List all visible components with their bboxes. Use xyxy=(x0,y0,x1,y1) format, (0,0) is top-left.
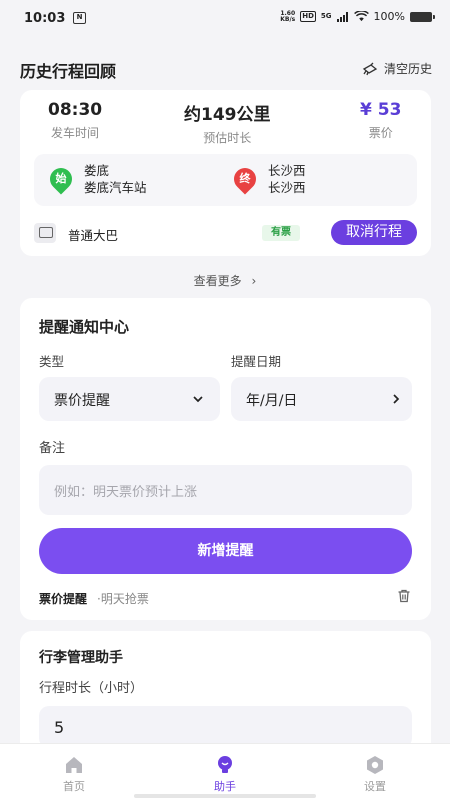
luggage-title: 行李管理助手 xyxy=(39,650,123,666)
luggage-duration-label: 行程时长（小时） xyxy=(39,681,144,696)
date-picker[interactable]: 年/月/日 xyxy=(231,377,412,421)
bulb-icon xyxy=(218,756,232,773)
tab-home-label: 首页 xyxy=(63,780,85,793)
reminder-card: 提醒通知中心 类型 提醒日期 票价提醒 年/月/日 备注 例如：明天票价预计上涨… xyxy=(20,298,431,620)
chevron-down-icon xyxy=(193,396,203,403)
start-station-name: 娄底汽车站 xyxy=(84,180,147,195)
start-city: 娄底 xyxy=(84,163,110,178)
trash-icon[interactable] xyxy=(397,589,411,603)
trip-price: ¥ 53 xyxy=(360,100,402,120)
station-panel: 始 娄底 娄底汽车站 终 长沙西 长沙西 xyxy=(34,154,417,206)
depart-block: 08:30 发车时间 xyxy=(48,100,102,141)
duration-label: 预估时长 xyxy=(203,131,252,145)
end-pin-icon: 终 xyxy=(229,163,261,195)
reminder-title: 提醒通知中心 xyxy=(39,318,130,336)
reminder-list-item: 票价提醒 ·明天抢票 xyxy=(39,590,149,607)
settings-icon xyxy=(367,756,383,774)
battery-percent: 100% xyxy=(373,10,405,23)
clear-history-label: 清空历史 xyxy=(383,62,432,76)
status-time: 10:03 xyxy=(24,11,66,26)
bus-type: 普通大巴 xyxy=(68,228,119,243)
reminder-item-type: 票价提醒 xyxy=(39,592,88,606)
history-title: 历史行程回顾 xyxy=(20,62,117,81)
tab-assistant-label: 助手 xyxy=(214,780,236,793)
wifi-icon xyxy=(353,11,369,22)
see-more-label: 查看更多 xyxy=(193,274,242,288)
start-pin-icon: 始 xyxy=(45,163,77,195)
depart-time: 08:30 xyxy=(48,100,103,120)
bottom-tab-bar: 首页 助手 设置 xyxy=(0,743,450,800)
trip-duration: 约149公里 xyxy=(184,105,271,125)
start-station: 娄底 娄底汽车站 xyxy=(84,162,147,196)
net-speed: 1.60 KB/s xyxy=(280,9,296,23)
chevron-right-icon: › xyxy=(251,274,257,288)
hd-icon: HD xyxy=(300,11,316,22)
home-indicator[interactable] xyxy=(134,794,316,798)
cancel-trip-button[interactable]: 取消行程 xyxy=(331,220,417,245)
status-indicators: 1.60 KB/s HD 5G 100% xyxy=(280,9,435,23)
reminder-item-note: ·明天抢票 xyxy=(97,592,149,606)
chevron-right-icon xyxy=(393,394,400,404)
signal-icon xyxy=(336,11,348,22)
ticket-status-badge: 有票 xyxy=(262,225,300,241)
note-label: 备注 xyxy=(39,441,66,456)
date-label: 提醒日期 xyxy=(231,354,282,369)
luggage-duration-value: 5 xyxy=(54,718,65,737)
signal-5g-icon: 5G xyxy=(320,12,332,20)
history-header: 历史行程回顾 清空历史 xyxy=(20,58,432,81)
notification-icon: N xyxy=(73,12,86,24)
luggage-duration-input[interactable]: 5 xyxy=(39,706,412,748)
price-label: 票价 xyxy=(368,126,393,140)
see-more-link[interactable]: 查看更多 › xyxy=(0,272,450,289)
price-block: ¥ 53 票价 xyxy=(360,100,401,141)
type-label: 类型 xyxy=(39,354,65,369)
tab-settings[interactable]: 设置 xyxy=(335,754,415,794)
home-icon xyxy=(66,757,82,773)
duration-block: 约149公里 预估时长 xyxy=(184,100,271,146)
end-station-name: 长沙西 xyxy=(268,180,306,195)
bus-icon xyxy=(34,223,56,243)
bus-row: 普通大巴 有票 取消行程 xyxy=(34,220,417,246)
clear-history-button[interactable]: 清空历史 xyxy=(362,60,432,77)
battery-icon xyxy=(410,11,435,22)
type-value: 票价提醒 xyxy=(54,393,110,409)
type-select[interactable]: 票价提醒 xyxy=(39,377,220,421)
status-bar: 10:03 N 1.60 KB/s HD 5G 100% xyxy=(0,0,450,38)
trip-card[interactable]: 08:30 发车时间 约149公里 预估时长 ¥ 53 票价 始 娄底 娄底汽车… xyxy=(20,90,431,256)
add-reminder-button[interactable]: 新增提醒 xyxy=(39,528,412,574)
end-city: 长沙西 xyxy=(268,163,306,178)
note-input[interactable]: 例如：明天票价预计上涨 xyxy=(39,465,412,515)
end-station: 长沙西 长沙西 xyxy=(268,162,306,196)
note-placeholder: 例如：明天票价预计上涨 xyxy=(54,485,198,500)
date-value: 年/月/日 xyxy=(246,393,298,409)
tab-home[interactable]: 首页 xyxy=(34,754,114,794)
broom-icon xyxy=(362,62,378,75)
tab-settings-label: 设置 xyxy=(364,780,386,793)
depart-label: 发车时间 xyxy=(51,126,100,140)
tab-assistant[interactable]: 助手 xyxy=(185,754,265,794)
